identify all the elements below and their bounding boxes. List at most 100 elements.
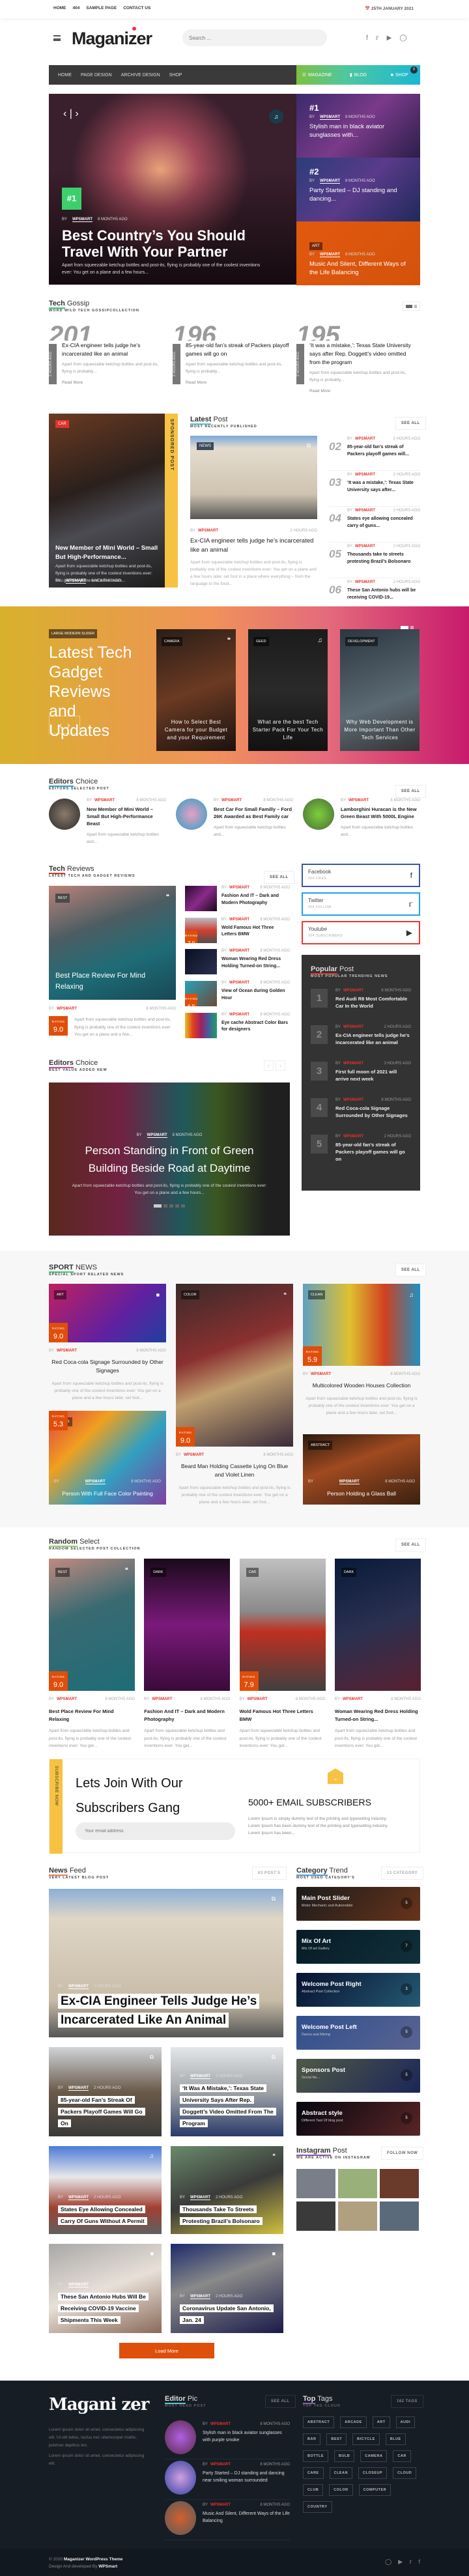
follow-now-button[interactable]: FOLLOW NOW — [381, 2147, 424, 2160]
see-all-button[interactable]: SEE ALL — [395, 785, 426, 798]
author-link[interactable]: WPSMART — [210, 2463, 231, 2467]
author-link[interactable]: WPSMART — [320, 179, 341, 184]
author-link[interactable]: WPSMART — [68, 2196, 89, 2200]
newsfeed-card[interactable]: ♫ BY WPSMART 2 HOURS AGO States Eye Allowing… — [49, 2146, 162, 2234]
tag-chip[interactable]: BEST — [326, 2433, 347, 2445]
author-link[interactable]: WPSMART — [320, 115, 341, 120]
item-title[interactable]: Best Car For Small Familly – Ford 26K Aw… — [214, 806, 293, 820]
gadget-title[interactable]: Why Web Development is More Important Th… — [344, 718, 416, 742]
instagram-photo[interactable] — [338, 2201, 377, 2231]
card-title[interactable]: These San Antonio Hubs Will Be Receiving… — [58, 2293, 149, 2324]
hero-side-post[interactable]: #1 BY WPSMART 8 MONTHS AGO Stylish man in b… — [296, 94, 420, 158]
see-all-button[interactable]: SEE ALL — [395, 1264, 426, 1277]
gadget-card[interactable]: GEED ♫ What are the best Tech Starter Pack… — [248, 629, 328, 751]
category-item[interactable]: Abstract style Different Tast Of blog pos… — [296, 2102, 420, 2136]
tag-chip[interactable]: BICYCLE — [352, 2433, 380, 2445]
post-image[interactable]: CLEAN ♫ RATING 5.9 — [303, 1284, 420, 1366]
latest-list-item[interactable]: 03 BY WPSMART 2 HOURS AGO ‘It was a mistake,… — [329, 471, 420, 507]
author-link[interactable]: WPSMART — [210, 2503, 231, 2507]
post-image[interactable]: BEST ❝ RATING 9.0 — [49, 1559, 135, 1691]
category-item[interactable]: Main Post Slider Motor Mechanic and Autom… — [296, 1887, 420, 1921]
newsfeed-card[interactable]: ■ BY WPSMART 2 HOURS AGO These San Antonio H… — [49, 2244, 162, 2333]
card-title[interactable]: 85-year-old Fan’s Streak Of Packers Play… — [58, 2096, 145, 2127]
twitter-icon[interactable]: 𝕣 — [409, 2558, 412, 2566]
popular-item[interactable]: 5 BY WPSMART 2 HOURS AGO 85-year-old fan’s s… — [311, 1135, 411, 1163]
post-thumbnail[interactable] — [185, 1012, 217, 1038]
author-link[interactable]: WPSMART — [343, 1062, 363, 1066]
author-link[interactable]: WPSMART — [190, 2295, 211, 2299]
author-link[interactable]: WPSMART — [343, 1098, 363, 1102]
author-link[interactable]: WPSMART — [57, 1349, 77, 1353]
social-counter-twitter[interactable]: Twitter 254 FOLLOW 𝕣 — [302, 892, 420, 916]
card-title[interactable]: Red Coca-cola Signage Surrounded by Othe… — [49, 1358, 166, 1375]
category-tag[interactable]: COLOR — [181, 1290, 199, 1299]
author-link[interactable]: WPSMART — [198, 529, 218, 533]
tag-chip[interactable]: CARE — [303, 2467, 324, 2479]
gossip-slider-dots[interactable] — [402, 302, 420, 311]
tag-chip[interactable]: BAR — [303, 2433, 321, 2445]
author-link[interactable]: WPSMART — [190, 2074, 211, 2079]
category-tag[interactable]: BEST — [55, 894, 70, 903]
item-title[interactable]: Fashion And IT – Dark and Modern Photogr… — [221, 893, 290, 907]
category-item[interactable]: Welcome Post Right Abstract Post Collecti… — [296, 1973, 420, 2007]
category-tag[interactable]: CAR — [246, 1568, 259, 1577]
post-thumbnail[interactable] — [165, 2501, 196, 2535]
item-title[interactable]: Red Coca-cola Signage Surrounded by Othe… — [335, 1105, 411, 1119]
tag-chip[interactable]: CLOSEUP — [358, 2467, 388, 2479]
email-input[interactable] — [76, 1822, 235, 1840]
author-link[interactable]: WPSMART — [72, 218, 93, 222]
newsfeed-card[interactable]: ❝ BY WPSMART 2 HOURS AGO Thousands Take To S… — [171, 2146, 283, 2234]
author-link[interactable]: WPSMART — [311, 1372, 331, 1376]
author-link[interactable]: WPSMART — [229, 886, 249, 890]
card-title[interactable]: Coronavirus Update San Antonio, Jan. 24 — [180, 2304, 274, 2324]
see-all-button[interactable]: SEE ALL — [395, 1538, 426, 1551]
magazine-link[interactable]: ☰ MAGAZINE — [296, 65, 337, 85]
author-link[interactable]: WPSMART — [57, 1697, 77, 1701]
tag-chip[interactable]: CLOUD — [393, 2467, 417, 2479]
item-title[interactable]: Eye cache Abstract Color Bars for design… — [221, 1020, 290, 1034]
item-title[interactable]: View of Ocean during Golden Hour — [221, 988, 290, 1002]
tag-chip[interactable]: ART — [372, 2416, 390, 2428]
post-image[interactable]: ART ■ RATING 9.0 — [49, 1284, 166, 1342]
post-thumbnail[interactable] — [49, 799, 80, 830]
latest-list-item[interactable]: 05 BY WPSMART 2 HOURS AGO Thousands take to … — [329, 543, 420, 578]
card-title[interactable]: Beard Man Holding Cassette Lying On Blue… — [176, 1462, 293, 1479]
author-link[interactable]: WPSMART — [147, 1133, 167, 1138]
latest-main-image[interactable]: NEWS ⧉ — [190, 436, 317, 519]
latest-main-title[interactable]: Ex-CIA engineer tells judge he’s incarce… — [190, 537, 317, 555]
instagram-photo[interactable] — [296, 2201, 335, 2231]
post-thumbnail[interactable] — [303, 799, 334, 830]
author-link[interactable]: WPSMART — [355, 509, 375, 513]
post-thumbnail[interactable] — [176, 799, 207, 830]
sponsored-title[interactable]: New Member of Mini World – Small But Hig… — [55, 544, 160, 562]
author-link[interactable]: WPSMART — [221, 799, 242, 802]
next-arrow-icon[interactable]: › — [67, 720, 70, 730]
card-title[interactable]: Woman Wearing Red Dress Holding Turned-o… — [335, 1708, 421, 1723]
gadget-card[interactable]: DEVELOPMENT Why Web Development is More I… — [340, 629, 419, 751]
author-link[interactable]: WPSMART — [229, 949, 249, 953]
item-title[interactable]: Lamborghini Huracan is the New Green Bea… — [341, 806, 420, 820]
item-title[interactable]: First full moon of 2021 will arrive next… — [335, 1068, 411, 1083]
tag-chip[interactable]: COMPUTER — [358, 2484, 391, 2496]
category-tag[interactable]: CAR — [55, 420, 69, 428]
twitter-icon[interactable]: 𝕣 — [376, 35, 379, 42]
author-link[interactable]: WPSMART — [68, 2283, 89, 2287]
category-tag[interactable]: ABSTRACT — [308, 1441, 333, 1450]
hero-side-title[interactable]: Music And Silent, Different Ways of the … — [309, 260, 407, 277]
tag-chip[interactable]: CAR — [393, 2450, 411, 2462]
item-title[interactable]: ‘It was a mistake,’: Texas State Univers… — [347, 479, 420, 494]
newsfeed-card[interactable]: ⧉ BY WPSMART 2 HOURS AGO Ex-CIA Engineer Tel… — [49, 1889, 283, 2037]
item-title[interactable]: 85-year-old fan’s streak of Packers play… — [347, 444, 420, 458]
author-link[interactable]: WPSMART — [66, 579, 87, 584]
post-count-button[interactable]: 63 POST'S — [252, 1867, 287, 1880]
see-all-button[interactable]: SEE ALL — [395, 417, 426, 430]
social-counter-youtube[interactable]: Youtube 254 SUBSCRIBERS ▶ — [302, 921, 420, 944]
post-image[interactable]: CAR RATING 7.9 — [239, 1559, 326, 1691]
instagram-icon[interactable]: ◯ — [399, 35, 406, 42]
gadget-card[interactable]: CAMERA ❝ How to Select Best Camera for you… — [156, 629, 236, 751]
card-title[interactable]: Person Holding a Glass Ball — [308, 1490, 415, 1498]
card-title[interactable]: Wold Famous Hot Three Letters BMW — [240, 1708, 326, 1723]
post-thumbnail[interactable] — [165, 2461, 196, 2495]
author-link[interactable]: WPSMART — [355, 545, 375, 548]
hero-title[interactable]: Best Country’s You Should Travel With Yo… — [62, 227, 283, 260]
